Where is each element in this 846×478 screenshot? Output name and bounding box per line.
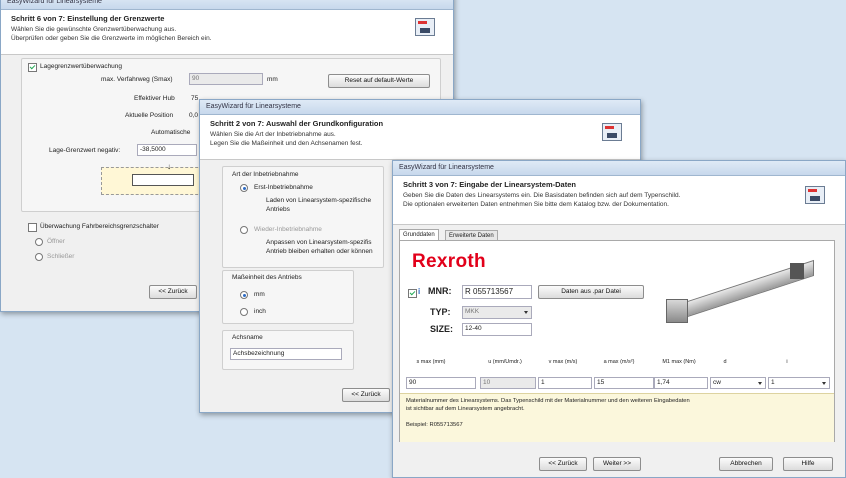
col-s-max: s max (mm) [416, 359, 446, 365]
s-max-input[interactable]: 90 [406, 377, 476, 389]
linear-module-image [662, 259, 814, 329]
effective-stroke-label: Effektiver Hub [134, 95, 175, 102]
col-m1-max: M1 max (Nm) [662, 359, 696, 365]
v-max-input[interactable]: 1 [538, 377, 592, 389]
step-title: Schritt 6 von 7: Einstellung der Grenzwe… [11, 14, 165, 23]
unit-mm-radio[interactable] [240, 291, 248, 299]
example-text: Beispiel: R055713567 [406, 422, 463, 428]
typ-label: TYP: [430, 307, 451, 317]
step-title: Schritt 2 von 7: Auswahl der Grundkonfig… [210, 119, 384, 128]
negative-limit-label: Lage-Grenzwert negativ: [49, 147, 121, 154]
unit-inch-label: inch [254, 308, 266, 315]
a-max-input[interactable]: 15 [594, 377, 654, 389]
col-d: d [723, 359, 727, 365]
step-description: Die optionalen erweiterten Daten entnehm… [403, 201, 669, 208]
closer-label: Schließer [47, 253, 75, 260]
back-button[interactable]: << Zurück [149, 285, 197, 299]
wizard-header: Schritt 3 von 7: Eingabe der Linearsyste… [393, 176, 845, 225]
first-commissioning-desc: Laden von Linearsystem-spezifische [266, 197, 372, 204]
u-input[interactable]: 10 [480, 377, 536, 389]
wizard-window-step3: EasyWizard für Linearsysteme Schritt 3 v… [392, 160, 846, 478]
limit-switch-label: Überwachung Fahrbereichsgrenzschalter [40, 223, 159, 230]
first-commissioning-label: Erst-Inbetriebnahme [254, 184, 313, 191]
closer-radio[interactable] [35, 253, 43, 261]
step-description: Wählen Sie die gewünschte Grenzwertüberw… [11, 26, 177, 33]
rexroth-logo: Rexroth [412, 251, 486, 272]
re-commissioning-desc: Anpassen von Linearsystem-spezifis [266, 239, 372, 246]
typ-select[interactable]: MKK [462, 306, 532, 319]
size-input[interactable]: 12-40 [462, 323, 532, 336]
ratio-select[interactable]: 1 [768, 377, 830, 389]
opener-label: Öffner [47, 238, 65, 245]
re-commissioning-desc: Antrieb bleiben erhalten oder können [266, 248, 373, 255]
tab-panel: Rexroth i MNR: R 055713567 Daten aus .pa… [399, 240, 835, 442]
window-title: EasyWizard für Linearsysteme [1, 0, 453, 10]
position-limit-label: Lagegrenzwertüberwachung [40, 63, 123, 70]
size-label: SIZE: [430, 324, 454, 334]
re-commissioning-label: Wieder-Inbetriebnahme [254, 226, 322, 233]
position-limit-checkbox[interactable] [28, 63, 37, 72]
help-button[interactable]: Hilfe [783, 457, 833, 471]
automatic-label: Automatische [151, 129, 191, 136]
cancel-button[interactable]: Abbrechen [719, 457, 773, 471]
reset-defaults-button[interactable]: Reset auf default-Werte [328, 74, 430, 88]
max-travel-label: max. Verfahrweg (Smax) [101, 76, 173, 83]
wizard-header: Schritt 6 von 7: Einstellung der Grenzwe… [1, 10, 453, 55]
direction-select[interactable]: cw [710, 377, 766, 389]
step-title: Schritt 3 von 7: Eingabe der Linearsyste… [403, 180, 576, 189]
step-description: Geben Sie die Daten des Linearsystems ei… [403, 192, 681, 199]
col-a-max: a max (m/s²) [603, 359, 635, 365]
max-travel-field[interactable]: 90 [189, 73, 263, 85]
back-button[interactable]: << Zurück [539, 457, 587, 471]
load-par-file-button[interactable]: Daten aus .par Datei [538, 285, 644, 299]
col-u: u (mm/Umdr.) [488, 359, 522, 365]
step-description: Legen Sie die Maßeinheit und den Achsena… [210, 140, 363, 147]
step-description: Überprüfen oder geben Sie die Grenzwerte… [11, 35, 212, 42]
axis-name-input[interactable]: Achsbezeichnung [230, 348, 342, 360]
effective-stroke-value: 75 [191, 95, 199, 102]
step-description: Wählen Sie die Art der Inbetriebnahme au… [210, 131, 336, 138]
first-commissioning-radio[interactable] [240, 184, 248, 192]
axis-name-title: Achsname [232, 334, 263, 341]
current-position-value: 0,0 [189, 112, 199, 119]
info-icon: i [418, 287, 421, 296]
axis-schematic: ↓ [101, 162, 213, 195]
col-i: i [786, 359, 788, 365]
info-text: Materialnummer des Linearsystems. Das Ty… [406, 398, 690, 404]
mnr-label: MNR: [428, 286, 452, 296]
window-title: EasyWizard für Linearsysteme [393, 161, 845, 176]
wizard-icon [805, 186, 825, 204]
wizard-header: Schritt 2 von 7: Auswahl der Grundkonfig… [200, 115, 640, 160]
next-button[interactable]: Weiter >> [593, 457, 641, 471]
back-button[interactable]: << Zurück [342, 388, 390, 402]
negative-limit-field[interactable]: -38,5000 [137, 144, 197, 156]
opener-radio[interactable] [35, 238, 43, 246]
re-commissioning-radio[interactable] [240, 226, 248, 234]
mnr-input[interactable]: R 055713567 [462, 285, 532, 299]
mnr-checkbox[interactable] [408, 289, 417, 298]
current-position-label: Aktuelle Position [125, 112, 174, 119]
col-v-max: v max (m/s) [548, 359, 578, 365]
max-travel-unit: mm [267, 76, 278, 83]
limit-switch-checkbox[interactable] [28, 223, 37, 232]
commissioning-group-title: Art der Inbetriebnahme [232, 171, 299, 178]
unit-mm-label: mm [254, 291, 265, 298]
info-panel: Materialnummer des Linearsystems. Das Ty… [400, 393, 834, 442]
m1-max-input[interactable]: 1,74 [654, 377, 708, 389]
wizard-icon [415, 18, 435, 36]
wizard-icon [602, 123, 622, 141]
unit-inch-radio[interactable] [240, 308, 248, 316]
window-title: EasyWizard für Linearsysteme [200, 100, 640, 115]
unit-group-title: Maßeinheit des Antriebs [232, 274, 302, 281]
info-text: ist sichtbar auf dem Linearsystem angebr… [406, 406, 525, 412]
first-commissioning-desc: Antriebs [266, 206, 290, 213]
